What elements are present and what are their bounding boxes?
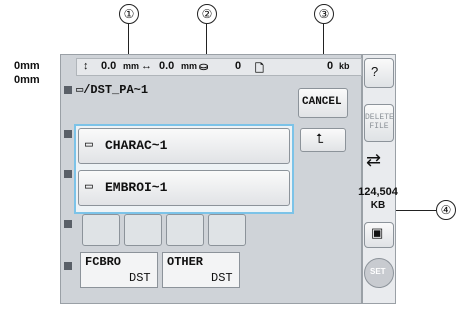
delete-label-line2: FILE [369, 122, 389, 131]
cancel-label: CANCEL [302, 96, 342, 108]
rail-lead [64, 170, 72, 178]
design-thumbnail[interactable] [208, 214, 246, 246]
file-ext: DST [129, 271, 151, 285]
help-button[interactable]: ? [364, 58, 394, 88]
file-size-unit: kb [339, 61, 350, 71]
file-size-value: 0 [327, 60, 334, 72]
cancel-button[interactable]: CANCEL [298, 88, 348, 118]
design-thumbnail[interactable] [166, 214, 204, 246]
callout-3: ③ [314, 4, 334, 24]
thread-count: 0 [235, 60, 242, 72]
rail-lead [64, 220, 72, 228]
folder-item-charac[interactable]: ▭ CHARAC~1 [78, 128, 290, 164]
file-ext: DST [211, 271, 233, 285]
path-text: /DST_PA~1 [83, 83, 149, 97]
file-size-icon: 🗋 [255, 63, 264, 75]
width-icon: ↔ [141, 60, 152, 72]
current-path: ▭/DST_PA~1 [76, 82, 286, 98]
units-top: 0mm [14, 60, 40, 72]
file-name: OTHER [167, 255, 204, 269]
callout-1: ① [119, 4, 139, 24]
set-label: SET [370, 267, 386, 276]
height-unit: mm [123, 61, 140, 71]
embroidery-card-button[interactable]: ▣ [364, 222, 394, 248]
rail-lead [64, 86, 72, 94]
folder-icon: ▭ [85, 179, 93, 194]
design-thumbnail[interactable] [124, 214, 162, 246]
capacity-value: 124,504 [358, 186, 398, 198]
folder-name: CHARAC~1 [105, 138, 168, 153]
delete-label-line1: DELETE [365, 113, 394, 122]
thread-spool-icon: ⛀ [199, 61, 209, 73]
callout-4: ④ [436, 200, 456, 220]
width-unit: mm [181, 61, 198, 71]
file-item-fcbro[interactable]: FCBRO DST [80, 252, 158, 288]
up-folder-button[interactable]: ⮤ [300, 128, 346, 152]
folder-icon: ▭ [85, 137, 93, 152]
units-bottom: 0mm [14, 74, 40, 86]
delete-file-button[interactable]: DELETE FILE [364, 104, 394, 142]
file-item-other[interactable]: OTHER DST [162, 252, 240, 288]
folder-item-embroi[interactable]: ▭ EMBROI~1 [78, 170, 290, 206]
rail-lead [64, 262, 72, 270]
help-icon: ? [371, 64, 379, 79]
capacity-unit: KB [370, 200, 386, 211]
stitch-info-bar: ↕ 0.0 mm ↔ 0.0 mm ⛀ 0 🗋 0 kb [76, 58, 362, 76]
design-thumbnail[interactable] [82, 214, 120, 246]
callout-4-line [394, 210, 436, 211]
file-name: FCBRO [85, 255, 122, 269]
folder-name: EMBROI~1 [105, 180, 168, 195]
height-icon: ↕ [83, 60, 89, 72]
usb-icon: ⇄ [366, 150, 382, 170]
set-button[interactable]: SET [364, 258, 394, 288]
rail-lead [64, 130, 72, 138]
embroidery-card-icon: ▣ [371, 225, 384, 240]
up-folder-icon: ⮤ [316, 131, 324, 146]
width-value: 0.0 [159, 60, 175, 72]
callout-2: ② [197, 4, 217, 24]
height-value: 0.0 [101, 60, 117, 72]
